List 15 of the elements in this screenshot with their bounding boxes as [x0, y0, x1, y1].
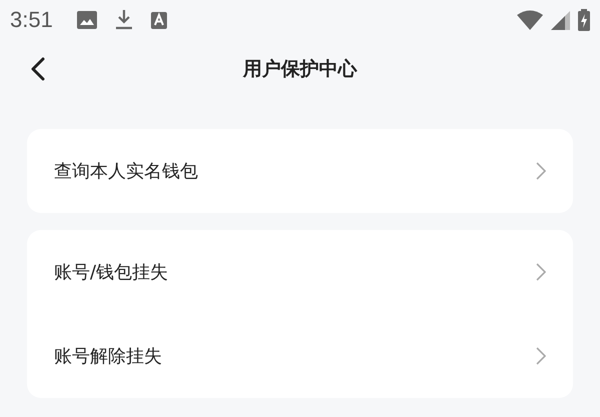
battery-icon: [578, 9, 590, 31]
download-icon: [114, 10, 133, 30]
chevron-right-icon: [536, 347, 546, 365]
signal-icon: [551, 10, 570, 30]
status-time: 3:51: [10, 7, 53, 33]
image-icon: [76, 11, 97, 29]
menu-item[interactable]: 查询本人实名钱包: [27, 129, 573, 213]
app-notification-icon: [150, 12, 167, 28]
back-icon[interactable]: [31, 57, 45, 81]
wifi-icon: [517, 10, 543, 30]
chevron-right-icon: [536, 162, 546, 180]
chevron-right-icon: [536, 263, 546, 281]
menu-item[interactable]: 账号解除挂失: [27, 314, 573, 398]
page-title: 用户保护中心: [243, 57, 357, 82]
menu-item[interactable]: 账号/钱包挂失: [27, 230, 573, 314]
